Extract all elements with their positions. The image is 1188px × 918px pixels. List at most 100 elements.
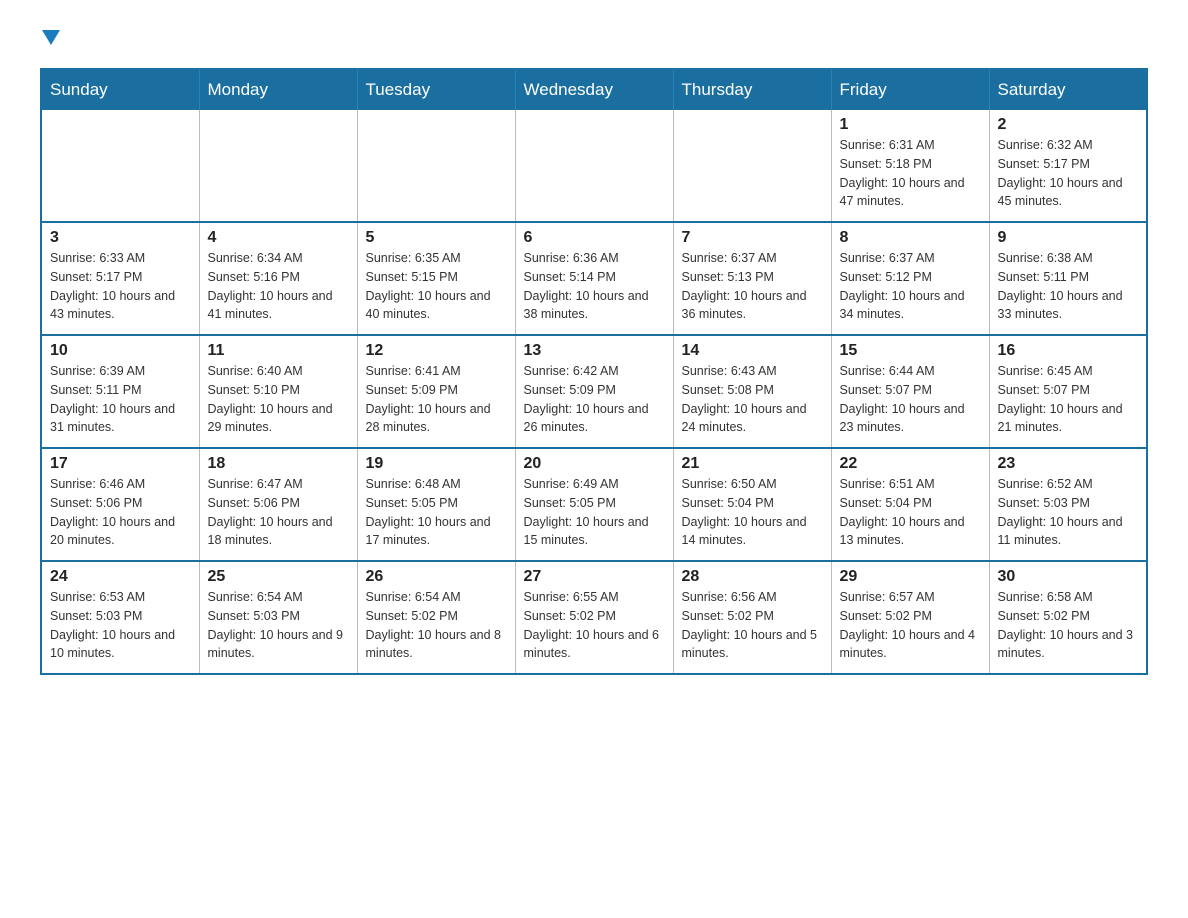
calendar-cell [357, 110, 515, 222]
day-number: 23 [998, 455, 1139, 473]
calendar-cell: 2 Sunrise: 6:32 AMSunset: 5:17 PMDaylight… [989, 110, 1147, 222]
day-of-week-header: Monday [199, 69, 357, 110]
day-number: 20 [524, 455, 665, 473]
day-info: Sunrise: 6:42 AMSunset: 5:09 PMDaylight:… [524, 362, 665, 437]
calendar-cell: 12Sunrise: 6:41 AMSunset: 5:09 PMDayligh… [357, 335, 515, 448]
day-number: 15 [840, 342, 981, 360]
day-info: Sunrise: 6:37 AMSunset: 5:12 PMDaylight:… [840, 249, 981, 324]
day-of-week-header: Sunday [41, 69, 199, 110]
day-info: Sunrise: 6:40 AMSunset: 5:10 PMDaylight:… [208, 362, 349, 437]
day-number: 28 [682, 568, 823, 586]
day-number: 1 [840, 116, 981, 134]
calendar-cell: 16Sunrise: 6:45 AMSunset: 5:07 PMDayligh… [989, 335, 1147, 448]
calendar-cell: 13 Sunrise: 6:42 AMSunset: 5:09 PMDayligh… [515, 335, 673, 448]
calendar-cell: 5 Sunrise: 6:35 AMSunset: 5:15 PMDaylight… [357, 222, 515, 335]
day-number: 19 [366, 455, 507, 473]
day-info: Sunrise: 6:33 AMSunset: 5:17 PMDaylight:… [50, 249, 191, 324]
day-info: Sunrise: 6:54 AMSunset: 5:02 PMDaylight:… [366, 588, 507, 663]
calendar-cell: 11 Sunrise: 6:40 AMSunset: 5:10 PMDayligh… [199, 335, 357, 448]
calendar-cell: 1 Sunrise: 6:31 AMSunset: 5:18 PMDaylight… [831, 110, 989, 222]
day-info: Sunrise: 6:53 AMSunset: 5:03 PMDaylight:… [50, 588, 191, 663]
day-number: 24 [50, 568, 191, 586]
day-info: Sunrise: 6:50 AMSunset: 5:04 PMDaylight:… [682, 475, 823, 550]
day-info: Sunrise: 6:58 AMSunset: 5:02 PMDaylight:… [998, 588, 1139, 663]
calendar-cell [41, 110, 199, 222]
day-number: 22 [840, 455, 981, 473]
day-info: Sunrise: 6:49 AMSunset: 5:05 PMDaylight:… [524, 475, 665, 550]
calendar-table: SundayMondayTuesdayWednesdayThursdayFrid… [40, 68, 1148, 675]
day-info: Sunrise: 6:37 AMSunset: 5:13 PMDaylight:… [682, 249, 823, 324]
calendar-cell: 10Sunrise: 6:39 AMSunset: 5:11 PMDayligh… [41, 335, 199, 448]
day-number: 17 [50, 455, 191, 473]
day-of-week-header: Thursday [673, 69, 831, 110]
day-of-week-header: Friday [831, 69, 989, 110]
calendar-cell: 7 Sunrise: 6:37 AMSunset: 5:13 PMDaylight… [673, 222, 831, 335]
day-number: 6 [524, 229, 665, 247]
day-number: 7 [682, 229, 823, 247]
day-info: Sunrise: 6:56 AMSunset: 5:02 PMDaylight:… [682, 588, 823, 663]
day-number: 9 [998, 229, 1139, 247]
calendar-cell [515, 110, 673, 222]
calendar-cell [673, 110, 831, 222]
day-info: Sunrise: 6:35 AMSunset: 5:15 PMDaylight:… [366, 249, 507, 324]
day-number: 27 [524, 568, 665, 586]
day-number: 18 [208, 455, 349, 473]
calendar-cell: 6 Sunrise: 6:36 AMSunset: 5:14 PMDaylight… [515, 222, 673, 335]
day-number: 11 [208, 342, 349, 360]
day-info: Sunrise: 6:44 AMSunset: 5:07 PMDaylight:… [840, 362, 981, 437]
day-number: 13 [524, 342, 665, 360]
calendar-cell: 14 Sunrise: 6:43 AMSunset: 5:08 PMDayligh… [673, 335, 831, 448]
day-number: 3 [50, 229, 191, 247]
calendar-cell: 8 Sunrise: 6:37 AMSunset: 5:12 PMDaylight… [831, 222, 989, 335]
calendar-cell: 27 Sunrise: 6:55 AMSunset: 5:02 PMDayligh… [515, 561, 673, 674]
day-number: 14 [682, 342, 823, 360]
day-of-week-header: Tuesday [357, 69, 515, 110]
day-info: Sunrise: 6:32 AMSunset: 5:17 PMDaylight:… [998, 136, 1139, 211]
day-info: Sunrise: 6:45 AMSunset: 5:07 PMDaylight:… [998, 362, 1139, 437]
calendar-week-row: 24 Sunrise: 6:53 AMSunset: 5:03 PMDayligh… [41, 561, 1147, 674]
day-number: 8 [840, 229, 981, 247]
logo-triangle-icon [42, 30, 60, 50]
calendar-cell: 24 Sunrise: 6:53 AMSunset: 5:03 PMDayligh… [41, 561, 199, 674]
day-info: Sunrise: 6:54 AMSunset: 5:03 PMDaylight:… [208, 588, 349, 663]
calendar-week-row: 1 Sunrise: 6:31 AMSunset: 5:18 PMDaylight… [41, 110, 1147, 222]
day-of-week-header: Wednesday [515, 69, 673, 110]
calendar-header-row: SundayMondayTuesdayWednesdayThursdayFrid… [41, 69, 1147, 110]
calendar-cell: 3 Sunrise: 6:33 AMSunset: 5:17 PMDaylight… [41, 222, 199, 335]
calendar-cell: 15 Sunrise: 6:44 AMSunset: 5:07 PMDayligh… [831, 335, 989, 448]
day-number: 21 [682, 455, 823, 473]
day-of-week-header: Saturday [989, 69, 1147, 110]
day-info: Sunrise: 6:31 AMSunset: 5:18 PMDaylight:… [840, 136, 981, 211]
day-number: 30 [998, 568, 1139, 586]
page-header [40, 30, 1148, 50]
day-info: Sunrise: 6:46 AMSunset: 5:06 PMDaylight:… [50, 475, 191, 550]
day-number: 5 [366, 229, 507, 247]
day-info: Sunrise: 6:43 AMSunset: 5:08 PMDaylight:… [682, 362, 823, 437]
day-info: Sunrise: 6:51 AMSunset: 5:04 PMDaylight:… [840, 475, 981, 550]
day-info: Sunrise: 6:36 AMSunset: 5:14 PMDaylight:… [524, 249, 665, 324]
day-number: 2 [998, 116, 1139, 134]
calendar-week-row: 3 Sunrise: 6:33 AMSunset: 5:17 PMDaylight… [41, 222, 1147, 335]
calendar-cell: 30 Sunrise: 6:58 AMSunset: 5:02 PMDayligh… [989, 561, 1147, 674]
day-info: Sunrise: 6:38 AMSunset: 5:11 PMDaylight:… [998, 249, 1139, 324]
calendar-cell: 4 Sunrise: 6:34 AMSunset: 5:16 PMDaylight… [199, 222, 357, 335]
day-number: 26 [366, 568, 507, 586]
day-info: Sunrise: 6:47 AMSunset: 5:06 PMDaylight:… [208, 475, 349, 550]
day-number: 10 [50, 342, 191, 360]
calendar-cell: 28 Sunrise: 6:56 AMSunset: 5:02 PMDayligh… [673, 561, 831, 674]
calendar-cell: 17 Sunrise: 6:46 AMSunset: 5:06 PMDayligh… [41, 448, 199, 561]
day-info: Sunrise: 6:55 AMSunset: 5:02 PMDaylight:… [524, 588, 665, 663]
calendar-cell: 26 Sunrise: 6:54 AMSunset: 5:02 PMDayligh… [357, 561, 515, 674]
day-number: 4 [208, 229, 349, 247]
day-info: Sunrise: 6:34 AMSunset: 5:16 PMDaylight:… [208, 249, 349, 324]
calendar-cell: 21 Sunrise: 6:50 AMSunset: 5:04 PMDayligh… [673, 448, 831, 561]
day-info: Sunrise: 6:52 AMSunset: 5:03 PMDaylight:… [998, 475, 1139, 550]
calendar-week-row: 17 Sunrise: 6:46 AMSunset: 5:06 PMDayligh… [41, 448, 1147, 561]
day-number: 29 [840, 568, 981, 586]
calendar-cell: 18 Sunrise: 6:47 AMSunset: 5:06 PMDayligh… [199, 448, 357, 561]
calendar-cell: 29Sunrise: 6:57 AMSunset: 5:02 PMDayligh… [831, 561, 989, 674]
day-number: 12 [366, 342, 507, 360]
calendar-cell: 25Sunrise: 6:54 AMSunset: 5:03 PMDayligh… [199, 561, 357, 674]
calendar-cell: 20 Sunrise: 6:49 AMSunset: 5:05 PMDayligh… [515, 448, 673, 561]
calendar-week-row: 10Sunrise: 6:39 AMSunset: 5:11 PMDayligh… [41, 335, 1147, 448]
